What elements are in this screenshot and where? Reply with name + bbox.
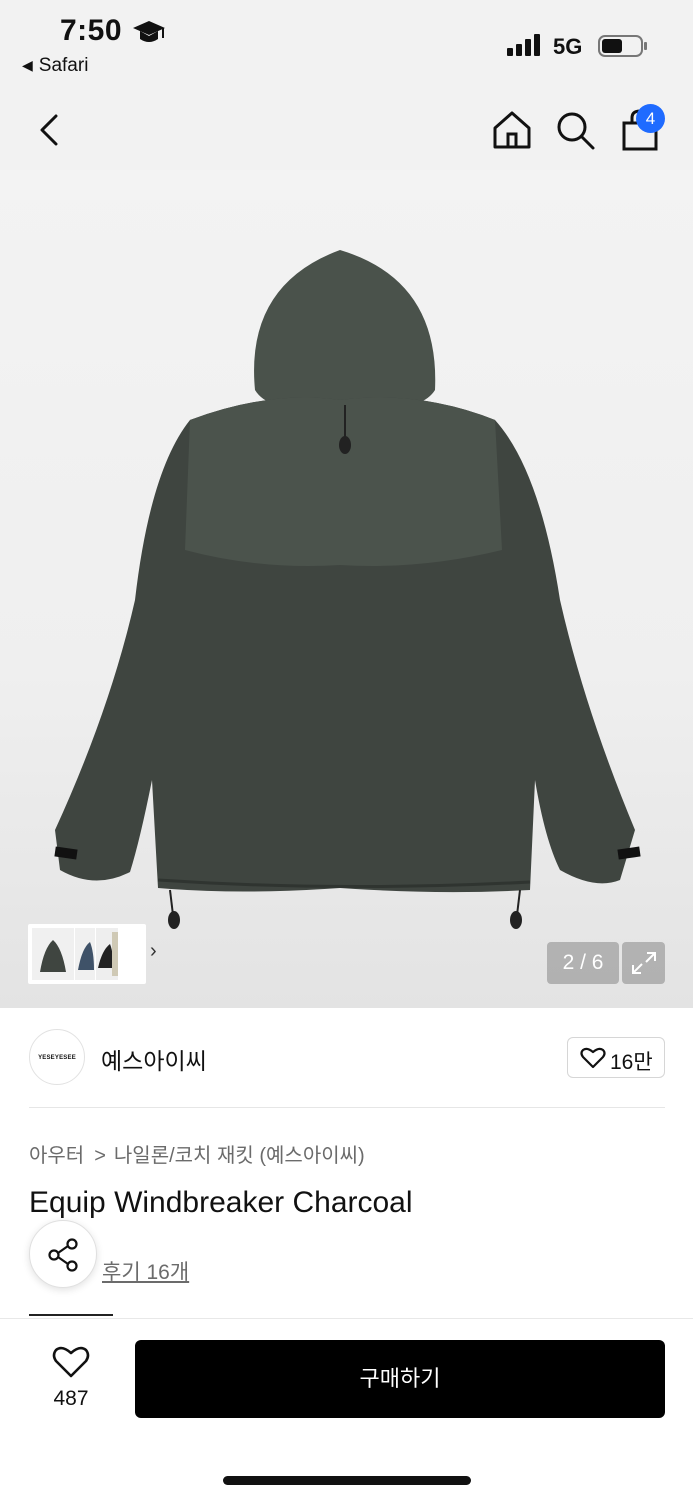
divider bbox=[29, 1107, 665, 1108]
home-indicator[interactable] bbox=[223, 1476, 471, 1485]
home-icon[interactable] bbox=[490, 108, 534, 152]
color-thumbnails bbox=[32, 928, 118, 980]
expand-button[interactable] bbox=[622, 942, 665, 984]
network-type: 5G bbox=[553, 34, 583, 59]
cellular-signal-icon bbox=[507, 34, 540, 56]
wishlist-button[interactable]: 487 bbox=[30, 1345, 112, 1415]
breadcrumb-separator: > bbox=[94, 1145, 106, 1167]
breadcrumb: 아우터 > 나일론/코치 재킷 (예스아이씨) bbox=[29, 1139, 365, 1168]
brand-name[interactable]: 예스아이씨 bbox=[101, 1042, 207, 1076]
expand-icon bbox=[632, 952, 656, 974]
status-time: 7:50 bbox=[60, 14, 123, 47]
heart-icon bbox=[580, 1047, 606, 1069]
breadcrumb-category[interactable]: 아우터 bbox=[29, 1145, 84, 1167]
breadcrumb-subcategory[interactable]: 나일론/코치 재킷 (예스아이씨) bbox=[114, 1145, 365, 1167]
brand-like-count: 16만 bbox=[610, 1051, 653, 1074]
status-bar: 7:50 ◀ Safari 5G bbox=[0, 0, 693, 90]
back-icon[interactable] bbox=[30, 108, 70, 152]
brand-logo[interactable]: YESEYESEE bbox=[29, 1029, 85, 1085]
brand-like-button[interactable]: 16만 bbox=[567, 1037, 665, 1078]
buy-button[interactable]: 구매하기 bbox=[135, 1340, 665, 1418]
search-icon[interactable] bbox=[553, 108, 597, 152]
top-navigation bbox=[0, 90, 693, 170]
graduation-cap-icon bbox=[133, 21, 165, 42]
cart-count-badge: 4 bbox=[636, 104, 665, 133]
share-icon bbox=[48, 1238, 78, 1272]
product-title: Equip Windbreaker Charcoal bbox=[29, 1186, 413, 1219]
back-to-app-link[interactable]: ◀ Safari bbox=[22, 55, 88, 77]
product-image-gallery[interactable]: › 2 / 6 bbox=[0, 170, 693, 1008]
chevron-right-icon[interactable]: › bbox=[150, 940, 157, 963]
image-page-counter: 2 / 6 bbox=[547, 942, 619, 984]
wishlist-count: 487 bbox=[53, 1387, 89, 1410]
share-button[interactable] bbox=[29, 1220, 97, 1288]
review-link[interactable]: 후기 16개 bbox=[102, 1256, 189, 1286]
battery-icon bbox=[598, 35, 647, 57]
back-triangle-icon: ◀ bbox=[22, 57, 33, 73]
product-image bbox=[54, 250, 641, 929]
heart-icon bbox=[52, 1346, 90, 1378]
thumbnail-strip[interactable]: › bbox=[28, 924, 157, 984]
back-app-label: Safari bbox=[38, 55, 89, 76]
